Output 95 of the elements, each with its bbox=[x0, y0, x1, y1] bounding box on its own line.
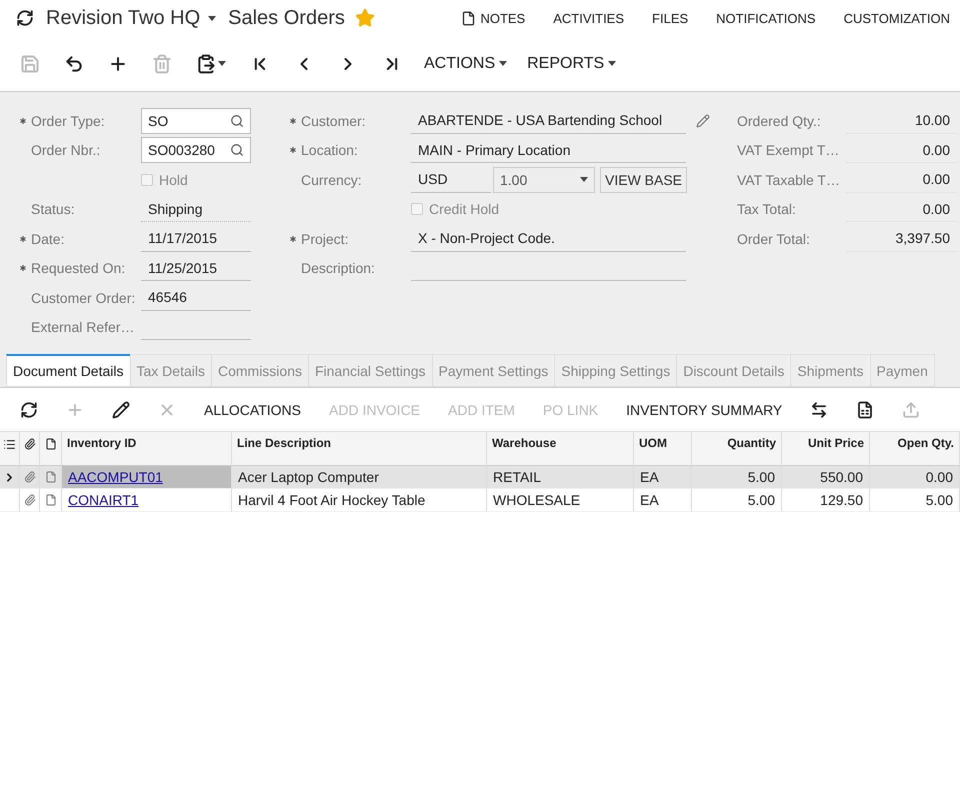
field-label: Description: bbox=[301, 260, 376, 276]
table-cell: 0.00 bbox=[870, 466, 960, 489]
input-field[interactable]: ABARTENDE - USA Bartending School bbox=[411, 108, 686, 134]
document-icon[interactable] bbox=[44, 494, 56, 506]
input-field[interactable]: MAIN - Primary Location bbox=[411, 137, 686, 164]
document-icon[interactable] bbox=[44, 471, 56, 483]
trash-icon bbox=[152, 54, 172, 74]
checkbox[interactable] bbox=[411, 203, 423, 216]
lookup-field[interactable]: SO bbox=[141, 108, 251, 134]
total-value: 10.00 bbox=[847, 108, 957, 134]
document-icon bbox=[461, 10, 476, 26]
column-chooser-icon[interactable] bbox=[0, 432, 20, 466]
star-icon[interactable] bbox=[354, 8, 375, 28]
field-label: Location: bbox=[301, 142, 359, 158]
caret-icon bbox=[499, 61, 508, 66]
total-label: VAT Exempt T… bbox=[737, 142, 840, 158]
caret-icon bbox=[218, 61, 226, 66]
total-label: Tax Total: bbox=[737, 201, 797, 218]
input-field[interactable]: USD bbox=[411, 166, 491, 193]
table-cell: 5.00 bbox=[870, 489, 960, 512]
input-field[interactable]: 11/17/2015 bbox=[141, 226, 251, 252]
table-cell: EA bbox=[634, 489, 692, 512]
total-label: Order Total: bbox=[737, 230, 811, 247]
checkbox[interactable] bbox=[141, 174, 153, 186]
screen-title: Sales Orders bbox=[228, 6, 345, 30]
total-value: 0.00 bbox=[847, 166, 957, 193]
pencil-icon[interactable] bbox=[696, 114, 710, 128]
pencil-icon bbox=[112, 400, 130, 418]
table-cell: 129.50 bbox=[782, 489, 870, 512]
header-link[interactable]: CUSTOMIZATION bbox=[830, 10, 950, 26]
refresh-icon bbox=[20, 400, 38, 418]
field-label: Customer Order: bbox=[31, 290, 136, 306]
menu-button[interactable]: REPORTS bbox=[517, 54, 626, 72]
table-cell: WHOLESALE bbox=[487, 489, 634, 512]
header-link[interactable]: ACTIVITIES bbox=[539, 10, 638, 26]
search-icon bbox=[230, 114, 244, 128]
table-cell: 5.00 bbox=[692, 466, 782, 489]
checkbox-label: Credit Hold bbox=[429, 201, 500, 218]
table-cell: Harvil 4 Foot Air Hockey Table bbox=[232, 489, 487, 512]
field-label: Requested On: bbox=[31, 260, 126, 276]
column-header[interactable]: Inventory ID bbox=[62, 432, 232, 466]
field-label: Order Nbr.: bbox=[31, 142, 102, 158]
table-cell: RETAIL bbox=[487, 466, 634, 489]
table-cell: 5.00 bbox=[692, 489, 782, 512]
input-field[interactable]: 46546 bbox=[141, 284, 251, 311]
caret-icon bbox=[208, 16, 216, 20]
table-cell: EA bbox=[634, 466, 692, 489]
column-header[interactable]: Line Description bbox=[232, 432, 487, 466]
field-label: Customer: bbox=[301, 112, 367, 129]
view-base-button[interactable]: VIEW BASE bbox=[600, 166, 688, 193]
column-header[interactable]: Open Qty. bbox=[870, 432, 960, 466]
inventory-link[interactable]: CONAIRT1 bbox=[68, 492, 139, 508]
total-value: 3,397.50 bbox=[847, 226, 957, 252]
undo-icon bbox=[64, 54, 84, 74]
refresh-icon[interactable] bbox=[16, 9, 34, 27]
header-link[interactable]: FILES bbox=[638, 10, 702, 26]
search-icon bbox=[230, 143, 244, 158]
field-label: Date: bbox=[31, 230, 66, 247]
toolbar-button[interactable]: INVENTORY SUMMARY bbox=[612, 394, 796, 424]
field-label: External Refer… bbox=[31, 319, 136, 336]
field-label: Order Type: bbox=[31, 112, 106, 129]
toolbar-button[interactable]: ALLOCATIONS bbox=[190, 394, 315, 424]
caret-icon bbox=[580, 177, 588, 182]
header-link[interactable]: NOTIFICATIONS bbox=[702, 10, 830, 26]
column-header[interactable]: Quantity bbox=[692, 432, 782, 466]
arrows-horizontal-icon bbox=[810, 400, 828, 418]
field-label: Project: bbox=[301, 230, 350, 247]
spreadsheet-icon bbox=[856, 400, 874, 418]
field-label: Currency: bbox=[301, 172, 363, 188]
caret-icon bbox=[608, 61, 616, 66]
company-title[interactable]: Revision Two HQ bbox=[46, 6, 200, 30]
paperclip-icon[interactable] bbox=[24, 471, 36, 483]
lookup-field[interactable]: SO003280 bbox=[141, 137, 251, 164]
menu-button[interactable]: ACTIONS bbox=[414, 54, 518, 72]
column-header[interactable]: Warehouse bbox=[487, 432, 634, 466]
checkbox-label: Hold bbox=[159, 172, 188, 188]
rate-dropdown[interactable]: 1.00 bbox=[493, 166, 595, 193]
row-selector[interactable] bbox=[0, 466, 20, 489]
field-label: Status: bbox=[31, 201, 76, 218]
input-field[interactable]: 11/25/2015 bbox=[141, 255, 251, 282]
paperclip-icon[interactable] bbox=[24, 494, 36, 506]
total-label: Ordered Qty.: bbox=[737, 112, 822, 129]
tab[interactable]: Document Details bbox=[6, 354, 130, 387]
table-cell: 550.00 bbox=[782, 466, 870, 489]
status-value: Shipping bbox=[141, 196, 251, 222]
total-label: VAT Taxable T… bbox=[737, 172, 841, 188]
clipboard-icon bbox=[196, 54, 216, 74]
total-value: 0.00 bbox=[847, 137, 957, 164]
column-header[interactable]: Unit Price bbox=[782, 432, 870, 466]
header-link[interactable]: NOTES bbox=[447, 10, 540, 26]
input-field[interactable]: X - Non-Project Code. bbox=[411, 226, 686, 252]
column-header[interactable]: UOM bbox=[634, 432, 692, 466]
table-cell: Acer Laptop Computer bbox=[232, 466, 487, 489]
upload-icon bbox=[902, 400, 920, 418]
total-value: 0.00 bbox=[847, 196, 957, 222]
